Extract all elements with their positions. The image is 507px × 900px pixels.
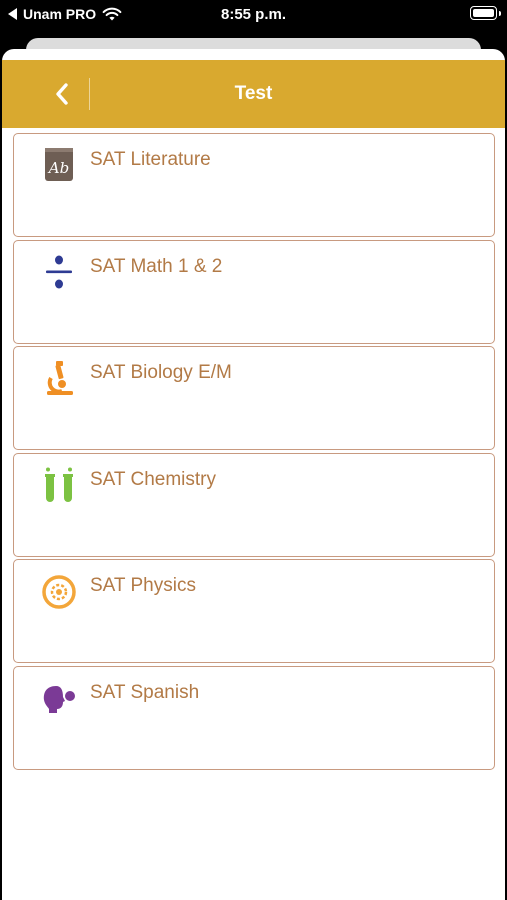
test-item-literature[interactable]: Ab SAT Literature (13, 133, 495, 237)
test-item-spanish[interactable]: SAT Spanish (13, 665, 495, 770)
test-label: SAT Math 1 & 2 (90, 255, 223, 277)
page-title: Test (234, 83, 273, 104)
phone-screen: Unam PRO 8:55 p.m. Test Ab SAT Literatur… (0, 0, 507, 900)
battery-fill (473, 9, 494, 17)
battery-icon (470, 6, 501, 20)
test-label: SAT Spanish (90, 681, 200, 703)
svg-text:Ab: Ab (47, 159, 69, 177)
divide-icon (46, 255, 72, 289)
status-bar: Unam PRO 8:55 p.m. (0, 0, 507, 30)
test-list: Ab SAT Literature SAT Math 1 & 2 SAT Bio… (13, 133, 495, 773)
status-time: 8:55 p.m. (220, 6, 287, 23)
navigation-bar: Test (2, 60, 505, 128)
test-item-physics[interactable]: SAT Physics (13, 559, 495, 664)
test-item-chemistry[interactable]: SAT Chemistry (13, 452, 495, 557)
microscope-icon (47, 361, 73, 396)
test-label: SAT Physics (90, 575, 196, 597)
modal-sheet: Test Ab SAT Literature SAT Math 1 & 2 SA… (2, 49, 505, 900)
test-label: SAT Biology E/M (90, 362, 232, 384)
atom-gear-icon (42, 575, 76, 610)
test-item-biology[interactable]: SAT Biology E/M (13, 346, 495, 451)
speech-head-icon (43, 685, 75, 713)
test-tubes-icon (45, 467, 73, 502)
test-item-math[interactable]: SAT Math 1 & 2 (13, 239, 495, 344)
test-label: SAT Chemistry (90, 468, 216, 490)
book-ab-icon: Ab (45, 148, 73, 181)
test-label: SAT Literature (90, 149, 211, 170)
